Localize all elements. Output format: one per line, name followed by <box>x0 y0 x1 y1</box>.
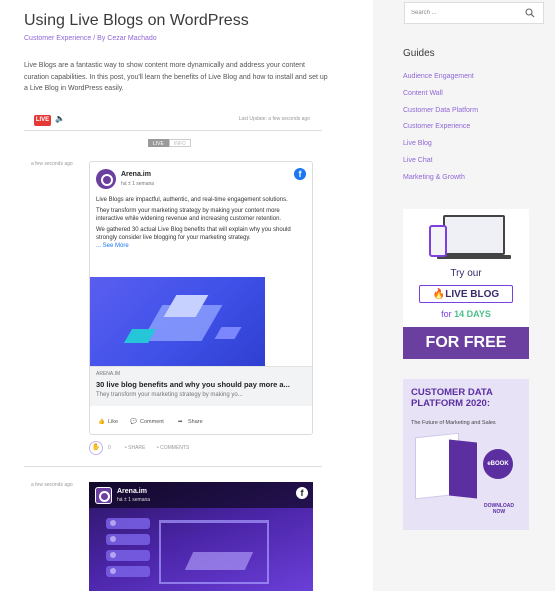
post-title: Using Live Blogs on WordPress <box>24 12 249 29</box>
embed-paragraph-text: We gathered 30 actual Live Blog benefits… <box>96 227 291 241</box>
clap-icon[interactable]: ✋ <box>89 441 103 455</box>
stage-floor <box>184 552 254 570</box>
share-button[interactable]: Share <box>188 419 203 425</box>
tab-live[interactable]: LIVE <box>148 139 169 147</box>
link-title[interactable]: 30 live blog benefits and why you should… <box>96 380 290 389</box>
live-info-toggle: LIVE INFO <box>148 139 191 147</box>
download-now-cta[interactable]: DOWNLOAD NOW <box>479 503 519 515</box>
facebook-embed: Arena.im há ± 1 semana f Live Blogs are … <box>89 161 313 435</box>
ad-try-text: Try our <box>450 268 482 279</box>
like-icon[interactable]: 👍 <box>98 419 105 425</box>
ad-ebook-subtitle: The Future of Marketing and Sales <box>411 420 496 426</box>
chat-bubble <box>106 534 150 545</box>
comments-link[interactable]: • COMMENTS <box>157 445 189 451</box>
flame-icon: 🔥 <box>432 289 446 300</box>
live-blog-trial-ad[interactable]: Try our 🔥LIVE BLOG for 14 DAYS FOR FREE <box>403 209 529 359</box>
cdp-ebook-ad[interactable]: CUSTOMER DATA PLATFORM 2020: The Future … <box>403 379 529 530</box>
laptop-illustration <box>443 215 505 255</box>
phone-illustration <box>429 225 447 257</box>
guide-link-marketing-growth[interactable]: Marketing & Growth <box>403 174 478 191</box>
guides-heading: Guides <box>403 48 435 59</box>
guide-link-content-wall[interactable]: Content Wall <box>403 90 478 107</box>
entry-timestamp: a few seconds ago <box>31 161 73 167</box>
arena-logo-avatar[interactable] <box>95 487 112 504</box>
entry-timestamp: a few seconds ago <box>31 482 73 488</box>
liveblog-header: LIVE 🔈 Last Update: a few seconds ago <box>24 112 322 131</box>
category-link[interactable]: Customer Experience <box>24 35 91 42</box>
guide-link-audience-engagement[interactable]: Audience Engagement <box>403 73 478 90</box>
link-preview-image[interactable] <box>90 277 265 366</box>
ebook-badge: eBOOK <box>483 449 513 479</box>
post-date: há ± 1 semana <box>121 181 155 187</box>
author-link[interactable]: Cezar Machado <box>107 35 156 42</box>
embed-paragraph: Live Blogs are impactful, authentic, and… <box>96 197 288 203</box>
entry-divider <box>24 466 322 467</box>
illustration-shape <box>214 327 242 339</box>
post-intro: Live Blogs are a fantastic way to show c… <box>24 62 328 92</box>
link-domain: ARENA.IM <box>96 371 121 377</box>
ad-live-blog-text: LIVE BLOG <box>445 289 500 300</box>
chat-bubble <box>106 550 150 561</box>
see-more-link[interactable]: ... See More <box>96 243 129 249</box>
guide-link-live-blog[interactable]: Live Blog <box>403 140 478 157</box>
arena-logo-avatar[interactable] <box>96 169 116 189</box>
link-preview[interactable]: ARENA.IM 30 live blog benefits and why y… <box>90 366 312 406</box>
video-header: Arena.im há ± 1 semana f <box>89 482 313 508</box>
meta-separator: / By <box>91 35 108 42</box>
embed-actions: 👍 Like 💬 Comment ➦ Share <box>90 412 312 432</box>
live-badge: LIVE <box>34 115 51 126</box>
like-button[interactable]: Like <box>108 419 118 425</box>
link-description: They transform your marketing strategy b… <box>96 392 243 398</box>
page-name[interactable]: Arena.im <box>121 171 151 178</box>
facebook-icon[interactable]: f <box>294 168 306 180</box>
main-content: Using Live Blogs on WordPress Customer E… <box>0 0 373 591</box>
guide-link-customer-data-platform[interactable]: Customer Data Platform <box>403 107 478 124</box>
video-embed[interactable]: Arena.im há ± 1 semana f <box>89 482 313 591</box>
search-icon[interactable] <box>525 8 535 18</box>
share-link[interactable]: • SHARE <box>125 445 145 451</box>
tab-info[interactable]: INFO <box>168 139 191 147</box>
reaction-count: 0 <box>108 445 111 451</box>
guides-list: Audience Engagement Content Wall Custome… <box>403 73 478 191</box>
ad-duration: for 14 DAYS <box>403 309 529 319</box>
page-name[interactable]: Arena.im <box>117 488 147 495</box>
post-date: há ± 1 semana <box>117 497 151 503</box>
chat-bubble <box>106 566 150 577</box>
last-update: Last Update: a few seconds ago <box>238 116 310 122</box>
search-input[interactable] <box>405 3 525 23</box>
post-meta: Customer Experience / By Cezar Machado <box>24 35 157 42</box>
embed-paragraph: We gathered 30 actual Live Blog benefits… <box>96 226 308 250</box>
search-form <box>404 2 544 24</box>
guide-link-customer-experience[interactable]: Customer Experience <box>403 123 478 140</box>
embed-paragraph: They transform your marketing strategy b… <box>96 208 282 222</box>
ad-ebook-title: CUSTOMER DATA PLATFORM 2020: <box>411 387 493 409</box>
ad-live-blog-label: 🔥LIVE BLOG <box>419 285 513 303</box>
comment-button[interactable]: Comment <box>140 419 164 425</box>
chat-bubble <box>106 518 150 529</box>
guide-link-live-chat[interactable]: Live Chat <box>403 157 478 174</box>
speaker-icon[interactable]: 🔈 <box>55 114 65 123</box>
ad-for-text: for <box>441 309 452 319</box>
ad-free-banner: FOR FREE <box>403 327 529 359</box>
device-illustration <box>421 215 511 263</box>
ebook-spine-illustration <box>449 439 477 499</box>
ad-days-text: 14 DAYS <box>454 309 491 319</box>
share-icon[interactable]: ➦ <box>178 419 183 425</box>
comment-icon[interactable]: 💬 <box>130 419 137 425</box>
facebook-icon[interactable]: f <box>296 487 308 499</box>
embed-text: Live Blogs are impactful, authentic, and… <box>96 196 308 253</box>
laptop-base <box>437 255 511 259</box>
share-label: SHARE <box>128 445 146 451</box>
comments-label: COMMENTS <box>160 445 190 451</box>
